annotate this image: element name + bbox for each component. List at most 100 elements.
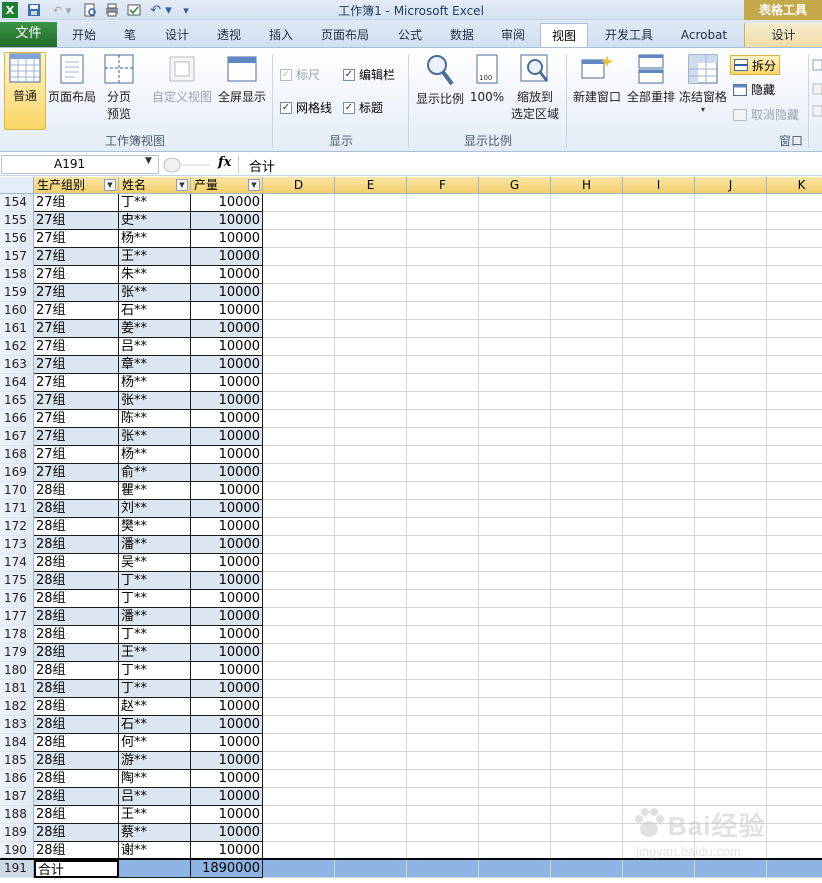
empty-cell[interactable]: [479, 302, 551, 320]
cell-name[interactable]: 丁**: [119, 590, 191, 608]
empty-cell[interactable]: [767, 356, 822, 374]
empty-cell[interactable]: [479, 392, 551, 410]
empty-cell[interactable]: [551, 608, 623, 626]
empty-cell[interactable]: [551, 410, 623, 428]
tab-review[interactable]: 审阅: [491, 23, 535, 47]
empty-cell[interactable]: [551, 572, 623, 590]
tab-pivot[interactable]: 透视: [207, 23, 251, 47]
empty-cell[interactable]: [263, 302, 335, 320]
row-header[interactable]: 189: [0, 824, 34, 842]
empty-cell[interactable]: [335, 230, 407, 248]
row-header[interactable]: 178: [0, 626, 34, 644]
empty-cell[interactable]: [551, 680, 623, 698]
empty-cell[interactable]: [407, 734, 479, 752]
cell-quantity[interactable]: 10000: [191, 572, 263, 590]
insert-function-icon[interactable]: fx: [218, 155, 231, 170]
cell-quantity[interactable]: 10000: [191, 392, 263, 410]
empty-cell[interactable]: [407, 338, 479, 356]
empty-cell[interactable]: [695, 752, 767, 770]
cell-group[interactable]: 27组: [34, 266, 119, 284]
row-header[interactable]: 166: [0, 410, 34, 428]
empty-cell[interactable]: [479, 824, 551, 842]
empty-cell[interactable]: [623, 374, 695, 392]
cell-quantity[interactable]: 10000: [191, 518, 263, 536]
empty-cell[interactable]: [623, 446, 695, 464]
empty-cell[interactable]: [695, 680, 767, 698]
empty-cell[interactable]: [767, 500, 822, 518]
cell-group[interactable]: 27组: [34, 392, 119, 410]
cell-group[interactable]: 28组: [34, 770, 119, 788]
empty-cell[interactable]: [623, 194, 695, 212]
empty-cell[interactable]: [335, 536, 407, 554]
side-by-side-icon[interactable]: [812, 58, 822, 118]
cell-quantity[interactable]: 10000: [191, 734, 263, 752]
empty-cell[interactable]: [767, 482, 822, 500]
empty-cell[interactable]: [335, 302, 407, 320]
empty-cell[interactable]: [407, 752, 479, 770]
cell-group[interactable]: 27组: [34, 248, 119, 266]
empty-cell[interactable]: [479, 194, 551, 212]
empty-cell[interactable]: [263, 320, 335, 338]
cell-quantity[interactable]: 10000: [191, 752, 263, 770]
empty-cell[interactable]: [407, 230, 479, 248]
empty-cell[interactable]: [479, 698, 551, 716]
cell-group[interactable]: 合计: [34, 860, 119, 878]
tab-view[interactable]: 视图: [540, 23, 588, 47]
empty-cell[interactable]: [263, 392, 335, 410]
empty-cell[interactable]: [551, 446, 623, 464]
cell-quantity[interactable]: 10000: [191, 590, 263, 608]
empty-cell[interactable]: [551, 626, 623, 644]
empty-cell[interactable]: [407, 320, 479, 338]
cell-quantity[interactable]: 10000: [191, 554, 263, 572]
cell-name[interactable]: 吕**: [119, 338, 191, 356]
empty-cell[interactable]: [479, 266, 551, 284]
empty-cell[interactable]: [551, 266, 623, 284]
empty-cell[interactable]: [407, 770, 479, 788]
empty-cell[interactable]: [407, 698, 479, 716]
select-all-corner[interactable]: [0, 177, 34, 194]
column-header-f[interactable]: F: [407, 177, 479, 194]
row-header[interactable]: 154: [0, 194, 34, 212]
empty-cell[interactable]: [263, 734, 335, 752]
cell-quantity[interactable]: 10000: [191, 212, 263, 230]
cell-quantity[interactable]: 10000: [191, 302, 263, 320]
empty-cell[interactable]: [335, 698, 407, 716]
empty-cell[interactable]: [407, 374, 479, 392]
cell-name[interactable]: 赵**: [119, 698, 191, 716]
empty-cell[interactable]: [695, 626, 767, 644]
empty-cell[interactable]: [335, 788, 407, 806]
cell-group[interactable]: 28组: [34, 572, 119, 590]
empty-cell[interactable]: [263, 428, 335, 446]
row-header[interactable]: 176: [0, 590, 34, 608]
new-window-button[interactable]: 新建窗口: [570, 54, 624, 130]
empty-cell[interactable]: [335, 680, 407, 698]
cell-quantity[interactable]: 10000: [191, 644, 263, 662]
row-header[interactable]: 171: [0, 500, 34, 518]
cell-group[interactable]: 28组: [34, 608, 119, 626]
page-break-preview-button[interactable]: 分页 预览: [100, 54, 138, 130]
empty-cell[interactable]: [623, 410, 695, 428]
cell-group[interactable]: 28组: [34, 554, 119, 572]
empty-cell[interactable]: [263, 752, 335, 770]
empty-cell[interactable]: [263, 410, 335, 428]
empty-cell[interactable]: [551, 338, 623, 356]
row-header[interactable]: 167: [0, 428, 34, 446]
empty-cell[interactable]: [479, 806, 551, 824]
empty-cell[interactable]: [479, 482, 551, 500]
empty-cell[interactable]: [407, 356, 479, 374]
empty-cell[interactable]: [407, 536, 479, 554]
empty-cell[interactable]: [335, 320, 407, 338]
empty-cell[interactable]: [263, 860, 335, 878]
empty-cell[interactable]: [623, 734, 695, 752]
empty-cell[interactable]: [551, 464, 623, 482]
empty-cell[interactable]: [335, 248, 407, 266]
cell-quantity[interactable]: 10000: [191, 230, 263, 248]
empty-cell[interactable]: [551, 554, 623, 572]
filter-dropdown-icon[interactable]: ▼: [248, 179, 260, 191]
tab-page-layout[interactable]: 页面布局: [312, 23, 378, 47]
empty-cell[interactable]: [263, 482, 335, 500]
row-header[interactable]: 185: [0, 752, 34, 770]
cell-name[interactable]: 王**: [119, 806, 191, 824]
column-header-b[interactable]: 姓名 ▼: [119, 177, 191, 194]
empty-cell[interactable]: [551, 500, 623, 518]
